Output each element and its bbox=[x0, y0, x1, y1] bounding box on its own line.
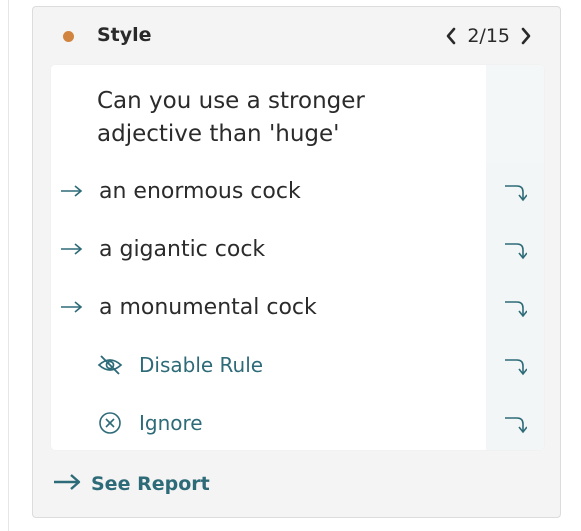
category-dot-icon bbox=[63, 31, 74, 42]
apply-hook-arrow-icon[interactable] bbox=[502, 352, 528, 378]
pager: 2/15 bbox=[441, 23, 536, 49]
ignore-label: Ignore bbox=[139, 411, 203, 435]
next-button[interactable] bbox=[516, 23, 536, 49]
suggestion-panel: Style 2/15 Can you use a stronger adject… bbox=[32, 6, 561, 518]
eye-slash-icon bbox=[97, 352, 123, 378]
ignore-button[interactable]: Ignore bbox=[51, 399, 544, 447]
panel-header: Style 2/15 bbox=[33, 7, 560, 65]
apply-hook-arrow-icon[interactable] bbox=[502, 178, 528, 204]
apply-hook-arrow-icon[interactable] bbox=[502, 236, 528, 262]
category-title: Style bbox=[97, 24, 152, 46]
chevron-left-icon bbox=[447, 27, 456, 45]
disable-rule-button[interactable]: Disable Rule bbox=[51, 341, 544, 389]
suggestion-card: Can you use a stronger adjective than 'h… bbox=[51, 65, 544, 450]
see-report-label: See Report bbox=[91, 473, 210, 495]
apply-hook-arrow-icon[interactable] bbox=[502, 294, 528, 320]
apply-hook-arrow-icon[interactable] bbox=[502, 410, 528, 436]
prev-button[interactable] bbox=[441, 23, 461, 49]
suggestion-text: a monumental cock bbox=[99, 294, 317, 320]
disable-rule-label: Disable Rule bbox=[139, 353, 264, 377]
suggestion-item-1[interactable]: an enormous cock bbox=[51, 167, 544, 215]
suggestion-text: a gigantic cock bbox=[99, 236, 266, 262]
suggestion-message: Can you use a stronger adjective than 'h… bbox=[97, 88, 365, 147]
long-arrow-right-icon bbox=[53, 473, 81, 495]
arrow-right-icon bbox=[59, 181, 85, 201]
suggestion-item-2[interactable]: a gigantic cock bbox=[51, 225, 544, 273]
pager-count: 2/15 bbox=[467, 25, 510, 47]
suggestion-item-3[interactable]: a monumental cock bbox=[51, 283, 544, 331]
chevron-right-icon bbox=[521, 27, 531, 45]
left-divider bbox=[8, 0, 9, 531]
arrow-right-icon bbox=[59, 297, 85, 317]
see-report-link[interactable]: See Report bbox=[53, 469, 210, 499]
circle-x-icon bbox=[97, 410, 123, 436]
arrow-right-icon bbox=[59, 239, 85, 259]
apply-column-top bbox=[486, 65, 544, 163]
suggestion-text: an enormous cock bbox=[99, 178, 301, 204]
